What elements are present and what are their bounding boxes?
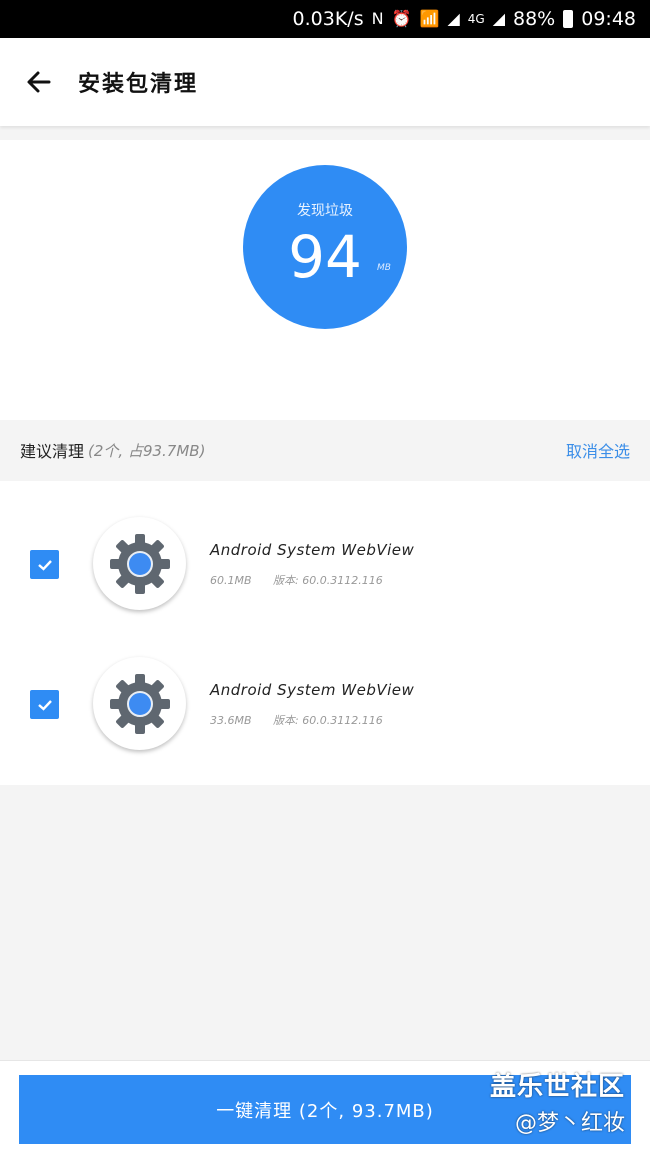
network-type: 4G bbox=[467, 12, 485, 26]
junk-size-circle: 发现垃圾 94 MB bbox=[243, 165, 407, 329]
section-title: 建议清理 bbox=[20, 442, 85, 461]
app-size: 33.6MB bbox=[210, 714, 252, 727]
alarm-icon: ⏰ bbox=[391, 9, 412, 28]
bottom-action-bar: 一键清理 (2个, 93.7MB) bbox=[0, 1060, 650, 1156]
wifi-icon: 📶 bbox=[419, 9, 440, 28]
app-size: 60.1MB bbox=[210, 574, 252, 587]
arrow-left-icon bbox=[27, 71, 51, 93]
deselect-all-button[interactable]: 取消全选 bbox=[566, 438, 630, 462]
cell-signal-icon: ◢ bbox=[492, 9, 505, 28]
app-name: Android System WebView bbox=[210, 541, 415, 559]
gear-icon bbox=[109, 673, 170, 734]
nfc-icon: N bbox=[371, 9, 384, 28]
one-click-clean-button[interactable]: 一键清理 (2个, 93.7MB) bbox=[19, 1075, 631, 1144]
signal-icon: ◢ bbox=[447, 9, 460, 28]
battery-icon bbox=[563, 10, 574, 28]
junk-unit: MB bbox=[377, 263, 391, 273]
app-meta: 33.6MB 版本: 60.0.3112.116 bbox=[210, 712, 383, 728]
junk-value: 94 bbox=[288, 223, 362, 291]
list-item[interactable]: Android System WebView 33.6MB 版本: 60.0.3… bbox=[0, 643, 650, 763]
app-version: 版本: 60.0.3112.116 bbox=[273, 574, 383, 587]
app-version: 版本: 60.0.3112.116 bbox=[273, 714, 383, 727]
app-icon bbox=[93, 657, 186, 750]
app-meta: 60.1MB 版本: 60.0.3112.116 bbox=[210, 572, 383, 588]
page-title: 安装包清理 bbox=[78, 72, 199, 97]
item-checkbox[interactable] bbox=[30, 550, 59, 579]
junk-label: 发现垃圾 bbox=[297, 203, 353, 219]
check-icon bbox=[37, 699, 52, 711]
section-subtitle: (2个, 占93.7MB) bbox=[88, 441, 206, 460]
battery-level: 88% bbox=[513, 8, 556, 30]
section-header: 建议清理 (2个, 占93.7MB) 取消全选 bbox=[0, 420, 650, 480]
network-speed: 0.03K/s bbox=[292, 8, 364, 30]
gear-icon bbox=[109, 533, 170, 594]
package-list: Android System WebView 60.1MB 版本: 60.0.3… bbox=[0, 481, 650, 785]
back-button[interactable] bbox=[20, 63, 58, 101]
status-bar: 0.03K/s N ⏰ 📶 ◢ 4G ◢ 88% 09:48 bbox=[0, 0, 650, 38]
item-checkbox[interactable] bbox=[30, 690, 59, 719]
check-icon bbox=[37, 559, 52, 571]
app-icon bbox=[93, 517, 186, 610]
app-bar: 安装包清理 bbox=[0, 38, 650, 126]
clock: 09:48 bbox=[581, 8, 636, 30]
list-item[interactable]: Android System WebView 60.1MB 版本: 60.0.3… bbox=[0, 503, 650, 623]
app-name: Android System WebView bbox=[210, 681, 415, 699]
summary-panel: 发现垃圾 94 MB bbox=[0, 140, 650, 420]
